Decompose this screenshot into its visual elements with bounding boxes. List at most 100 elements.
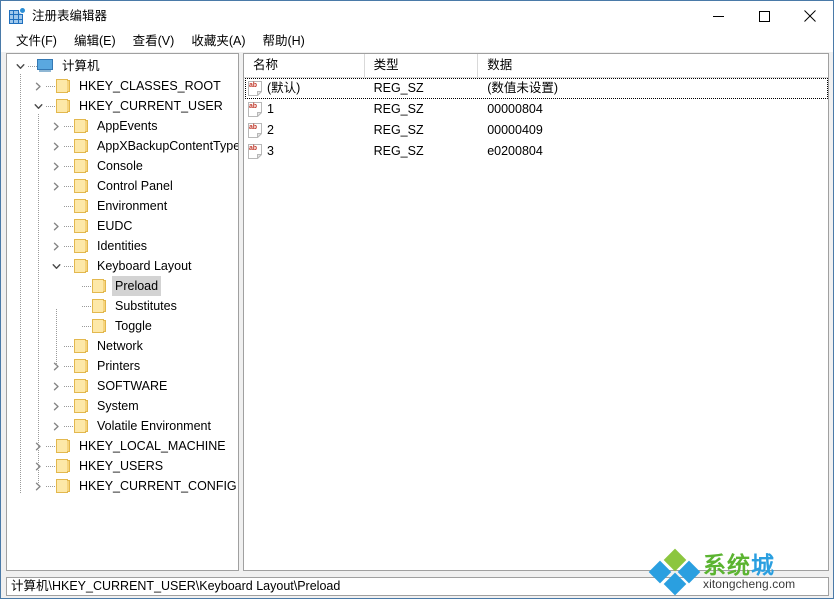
chevron-right-icon[interactable]: [49, 116, 64, 136]
menu-item-2[interactable]: 查看(V): [125, 32, 184, 51]
chevron-right-icon[interactable]: [49, 236, 64, 256]
minimize-button[interactable]: [695, 1, 741, 31]
tree-guide-line: [38, 114, 39, 484]
cell-type: REG_SZ: [365, 141, 479, 162]
menu-item-3[interactable]: 收藏夹(A): [183, 32, 254, 51]
tree-node-label: 计算机: [59, 56, 103, 76]
chevron-down-icon[interactable]: [49, 256, 64, 276]
folder-icon: [73, 219, 89, 233]
tree-node-label: Environment: [94, 196, 170, 216]
list-rows: ab(默认)REG_SZ(数值未设置)ab1REG_SZ00000804ab2R…: [244, 78, 828, 162]
tree-node-system[interactable]: System: [7, 396, 238, 416]
tree-node-software[interactable]: SOFTWARE: [7, 376, 238, 396]
chevron-right-icon[interactable]: [49, 416, 64, 436]
tree-node-console[interactable]: Console: [7, 156, 238, 176]
tree-node-network[interactable]: Network: [7, 336, 238, 356]
folder-icon: [73, 139, 89, 153]
chevron-right-icon[interactable]: [49, 216, 64, 236]
tree-node-label: HKEY_CLASSES_ROOT: [76, 76, 224, 96]
tree-node-hkey-classes-root[interactable]: HKEY_CLASSES_ROOT: [7, 76, 238, 96]
tree-node-substitutes[interactable]: Substitutes: [7, 296, 238, 316]
tree-node-hkey-current-user[interactable]: HKEY_CURRENT_USER: [7, 96, 238, 116]
tree-node-label: HKEY_CURRENT_USER: [76, 96, 226, 116]
registry-tree-pane[interactable]: 计算机HKEY_CLASSES_ROOTHKEY_CURRENT_USERApp…: [6, 53, 239, 571]
table-row[interactable]: ab2REG_SZ00000409: [244, 120, 828, 141]
chevron-right-icon[interactable]: [49, 376, 64, 396]
column-header-name[interactable]: 名称: [244, 54, 365, 77]
table-row[interactable]: ab(默认)REG_SZ(数值未设置): [244, 78, 828, 99]
string-value-icon: ab: [248, 81, 262, 96]
menu-item-0[interactable]: 文件(F): [8, 32, 66, 51]
chevron-down-icon[interactable]: [13, 56, 28, 76]
cell-type: REG_SZ: [365, 99, 479, 120]
registry-editor-window: 注册表编辑器 文件(F)编辑(E)查看(V)收藏夹(A)帮助(H) 计算机HKE…: [0, 0, 834, 599]
folder-icon: [73, 359, 89, 373]
window-title: 注册表编辑器: [32, 1, 107, 31]
column-header-type[interactable]: 类型: [365, 54, 479, 77]
tree-node-label: Network: [94, 336, 146, 356]
tree-node-keyboard-layout[interactable]: Keyboard Layout: [7, 256, 238, 276]
tree-node-hkey-users[interactable]: HKEY_USERS: [7, 456, 238, 476]
folder-icon: [73, 239, 89, 253]
chevron-right-icon[interactable]: [49, 396, 64, 416]
tree-connector-line: [46, 96, 55, 116]
tree-guide-line: [56, 309, 57, 369]
folder-icon: [73, 399, 89, 413]
tree-node-environment[interactable]: Environment: [7, 196, 238, 216]
tree-connector-line: [82, 276, 91, 296]
tree-connector-line: [64, 376, 73, 396]
tree-node-hkey-local-machine[interactable]: HKEY_LOCAL_MACHINE: [7, 436, 238, 456]
cell-data: 00000804: [478, 99, 828, 120]
table-row[interactable]: ab1REG_SZ00000804: [244, 99, 828, 120]
value-name-label: 3: [267, 141, 274, 162]
tree-node-appxbackupcontenttype[interactable]: AppXBackupContentType: [7, 136, 238, 156]
tree-node-identities[interactable]: Identities: [7, 236, 238, 256]
cell-data: 00000409: [478, 120, 828, 141]
tree-guide-line: [20, 74, 21, 494]
registry-values-pane[interactable]: 名称 类型 数据 ab(默认)REG_SZ(数值未设置)ab1REG_SZ000…: [243, 53, 829, 571]
computer-icon: [37, 59, 54, 73]
tree-connector-line: [64, 356, 73, 376]
tree-node-[interactable]: 计算机: [7, 56, 238, 76]
registry-editor-icon: [9, 8, 25, 24]
tree-node-toggle[interactable]: Toggle: [7, 316, 238, 336]
tree-node-printers[interactable]: Printers: [7, 356, 238, 376]
folder-icon: [55, 459, 71, 473]
tree-connector-line: [46, 436, 55, 456]
cell-name: ab2: [244, 120, 365, 141]
value-name-label: 1: [267, 99, 274, 120]
cell-type: REG_SZ: [365, 78, 479, 99]
tree-node-hkey-current-config[interactable]: HKEY_CURRENT_CONFIG: [7, 476, 238, 496]
tree-connector-line: [64, 156, 73, 176]
chevron-right-icon[interactable]: [49, 136, 64, 156]
menu-item-4[interactable]: 帮助(H): [254, 32, 313, 51]
chevron-right-icon[interactable]: [49, 156, 64, 176]
chevron-right-icon[interactable]: [31, 76, 46, 96]
string-value-icon: ab: [248, 144, 262, 159]
menu-item-1[interactable]: 编辑(E): [66, 32, 125, 51]
maximize-button[interactable]: [741, 1, 787, 31]
value-name-label: 2: [267, 120, 274, 141]
chevron-down-icon[interactable]: [31, 96, 46, 116]
tree-node-label: System: [94, 396, 142, 416]
tree-node-label: Preload: [112, 276, 161, 296]
tree-node-label: EUDC: [94, 216, 135, 236]
tree-node-label: AppEvents: [94, 116, 160, 136]
folder-icon: [73, 259, 89, 273]
tree-node-volatile-environment[interactable]: Volatile Environment: [7, 416, 238, 436]
column-header-data[interactable]: 数据: [478, 54, 828, 77]
cell-data: e0200804: [478, 141, 828, 162]
tree-connector-line: [64, 116, 73, 136]
tree-node-appevents[interactable]: AppEvents: [7, 116, 238, 136]
title-bar: 注册表编辑器: [1, 1, 833, 31]
tree-node-label: Printers: [94, 356, 143, 376]
folder-icon: [73, 419, 89, 433]
tree-node-control-panel[interactable]: Control Panel: [7, 176, 238, 196]
folder-icon: [91, 319, 107, 333]
close-button[interactable]: [787, 1, 833, 31]
tree-node-eudc[interactable]: EUDC: [7, 216, 238, 236]
chevron-right-icon[interactable]: [49, 176, 64, 196]
table-row[interactable]: ab 3 REG_SZe0200804: [244, 141, 828, 162]
tree-node-preload[interactable]: Preload: [7, 276, 238, 296]
tree-connector-line: [46, 476, 55, 496]
